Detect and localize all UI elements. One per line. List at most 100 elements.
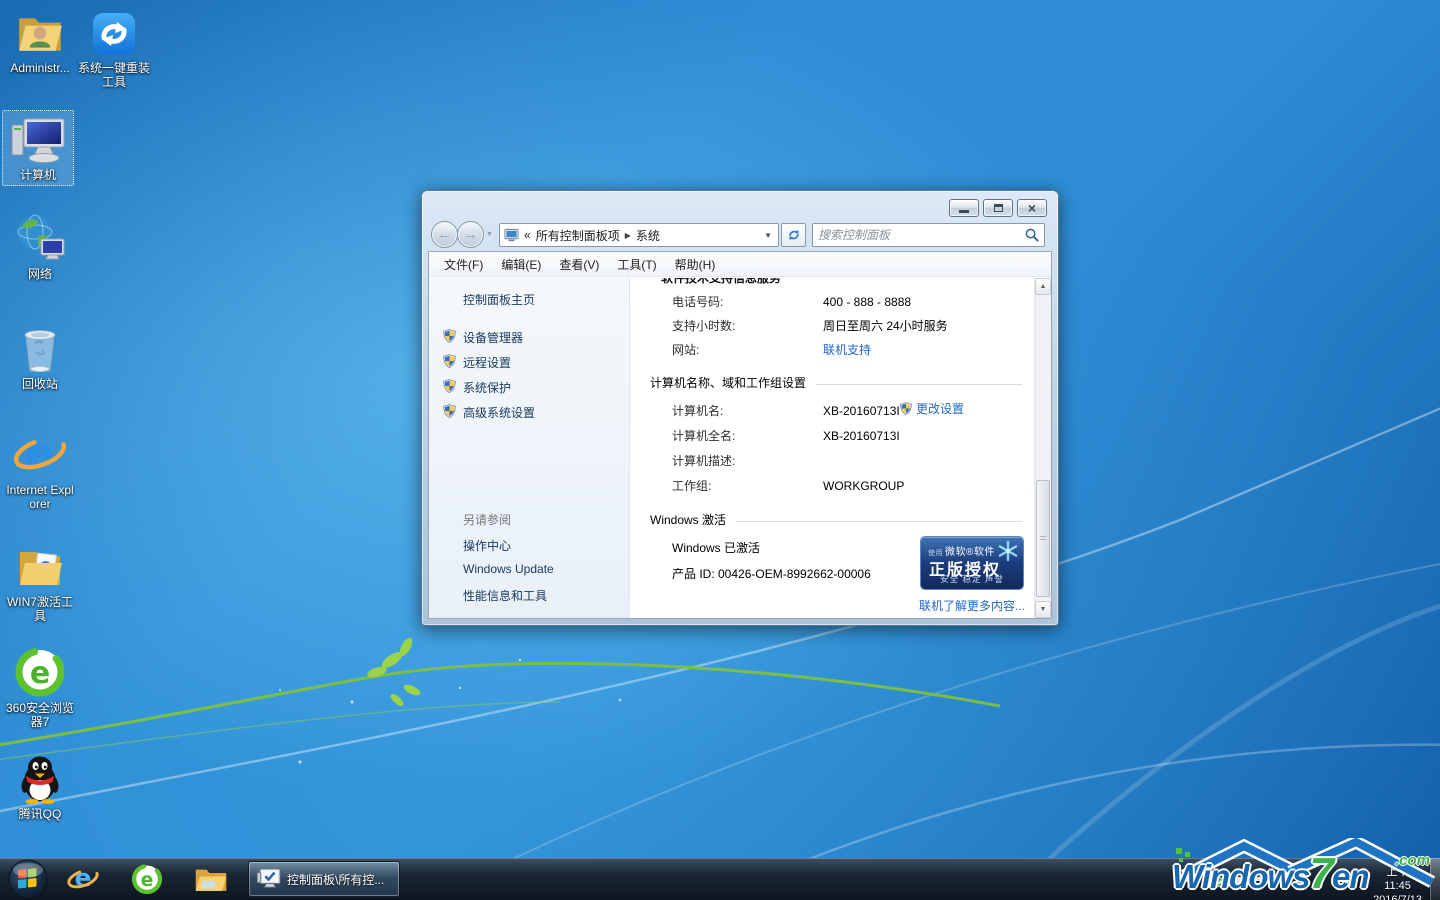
clipped-scrolled-text: 软件技术支持信息服务 xyxy=(661,278,781,285)
taskbar-360-browser-button[interactable]: e xyxy=(130,862,164,896)
forward-button[interactable]: → xyxy=(457,221,484,248)
breadcrumb-all-control-panel-items[interactable]: 所有控制面板项 xyxy=(536,227,620,244)
show-hidden-icons-chevron-icon[interactable] xyxy=(1188,874,1198,880)
show-desktop-button[interactable] xyxy=(1429,858,1440,900)
task-sidebar: 控制面板主页 设备管理器 xyxy=(429,278,630,618)
phone-number-row: 电话号码:400 - 888 - 8888 xyxy=(672,293,911,310)
control-panel-window-icon xyxy=(257,868,281,890)
close-button[interactable]: × xyxy=(1017,199,1047,217)
folder-icon xyxy=(194,864,228,894)
recycle-bin-icon xyxy=(4,322,76,374)
360-browser-icon: e xyxy=(4,646,76,698)
desktop-icon-label: 计算机 xyxy=(3,168,73,182)
scrollbar-thumb[interactable] xyxy=(1036,480,1050,597)
system-control-panel-window: × ← → ▼ « 所有控制面板项 ▶ 系统 ▼ xyxy=(421,190,1059,626)
clock-time: 上午 11:45 xyxy=(1373,865,1422,893)
desktop-icon-label: 系统一键重装工具 xyxy=(78,61,150,89)
address-bar[interactable]: « 所有控制面板项 ▶ 系统 ▼ xyxy=(499,223,779,247)
learn-more-online-link[interactable]: 联机了解更多内容... xyxy=(919,597,1025,614)
clock-date: 2016/7/13 xyxy=(1373,893,1422,900)
sidebar-action-center[interactable]: 操作中心 xyxy=(463,537,511,554)
sidebar-remote-settings[interactable]: 远程设置 xyxy=(463,354,511,371)
volume-speaker-icon[interactable] xyxy=(1254,871,1270,887)
active-task-label: 控制面板\所有控... xyxy=(287,871,384,888)
uac-shield-icon xyxy=(442,403,457,419)
search-box xyxy=(812,223,1045,247)
back-button[interactable]: ← xyxy=(431,221,458,248)
sidebar-see-also-header: 另请参阅 xyxy=(463,511,511,528)
vertical-scrollbar[interactable]: ▲ ▼ xyxy=(1034,278,1051,618)
taskbar-explorer-button[interactable] xyxy=(194,862,228,896)
control-panel-search-input[interactable] xyxy=(818,228,1025,242)
start-button[interactable] xyxy=(8,859,48,899)
scroll-up-button[interactable]: ▲ xyxy=(1035,278,1051,295)
desktop-icon-computer[interactable]: 计算机 xyxy=(2,110,74,186)
sidebar-device-manager[interactable]: 设备管理器 xyxy=(463,329,523,346)
action-center-flag-icon[interactable] xyxy=(1208,871,1224,887)
address-dropdown-icon[interactable]: ▼ xyxy=(764,231,774,240)
change-settings-link[interactable]: 更改设置 xyxy=(916,400,964,417)
sidebar-control-panel-home[interactable]: 控制面板主页 xyxy=(463,291,535,308)
windows-logo-icon xyxy=(8,859,48,899)
desktop-icon-reinstall-tool[interactable]: 系统一键重装工具 xyxy=(78,6,150,89)
breadcrumb-system[interactable]: 系统 xyxy=(636,227,660,244)
refresh-button[interactable] xyxy=(781,223,806,247)
product-id: 产品 ID: 00426-OEM-8992662-00006 xyxy=(672,565,871,582)
recent-pages-dropdown-icon[interactable]: ▼ xyxy=(486,231,493,238)
menu-bar: 文件(F) 编辑(E) 查看(V) 工具(T) 帮助(H) xyxy=(429,252,1051,277)
menu-edit[interactable]: 编辑(E) xyxy=(492,252,550,277)
tray-clock[interactable]: 上午 11:45 2016/7/13 xyxy=(1373,865,1422,900)
scroll-up-arrow-icon: ▲ xyxy=(1040,283,1047,290)
taskbar-active-window-button[interactable]: 控制面板\所有控... xyxy=(248,861,400,897)
taskbar-internet-explorer-button[interactable]: e xyxy=(66,862,100,896)
address-toolbar: ← → ▼ « 所有控制面板项 ▶ 系统 ▼ xyxy=(422,221,1058,249)
menu-file[interactable]: 文件(F) xyxy=(435,252,492,277)
restore-button[interactable] xyxy=(983,199,1013,217)
search-icon[interactable] xyxy=(1025,228,1039,242)
svg-text:e: e xyxy=(141,870,154,891)
desktop-icon-360-browser[interactable]: e 360安全浏览器7 xyxy=(4,646,76,729)
desktop-icon-label: Administr... xyxy=(4,61,76,75)
power-plug-icon[interactable] xyxy=(1232,871,1248,887)
window-client-area: 文件(F) 编辑(E) 查看(V) 工具(T) 帮助(H) 控制面板主页 xyxy=(428,251,1052,619)
menu-help[interactable]: 帮助(H) xyxy=(666,252,725,277)
minimize-button[interactable] xyxy=(949,199,979,217)
internet-explorer-icon: e xyxy=(4,428,76,480)
desktop-icon-label: 腾讯QQ xyxy=(4,807,76,821)
svg-text:e: e xyxy=(30,656,50,691)
online-support-link[interactable]: 联机支持 xyxy=(823,343,871,357)
computer-icon xyxy=(3,113,73,165)
scrollbar-grip-icon xyxy=(1040,536,1046,542)
desktop-icon-recycle-bin[interactable]: 回收站 xyxy=(4,322,76,391)
website-row: 网站:联机支持 xyxy=(672,341,871,358)
desktop-icon-internet-explorer[interactable]: e Internet Explorer xyxy=(4,428,76,511)
address-location-icon xyxy=(504,228,519,242)
windows-activation-section-header: Windows 激活 xyxy=(650,511,1022,528)
restore-icon xyxy=(994,204,1003,212)
uac-shield-icon xyxy=(442,328,457,344)
desktop-icon-administrator[interactable]: Administr... xyxy=(4,6,76,75)
desktop-icon-label: 网络 xyxy=(4,267,76,281)
breadcrumb-prefix: « xyxy=(524,228,531,242)
refresh-icon xyxy=(787,228,801,242)
breadcrumb-separator-icon: ▶ xyxy=(625,231,631,240)
sidebar-system-protection[interactable]: 系统保护 xyxy=(463,379,511,396)
desktop-icon-label: 回收站 xyxy=(4,377,76,391)
sidebar-windows-update[interactable]: Windows Update xyxy=(463,562,554,576)
sidebar-advanced-system-settings[interactable]: 高级系统设置 xyxy=(463,404,535,421)
section-rule xyxy=(736,521,1022,522)
uac-shield-icon xyxy=(442,378,457,394)
badge-tagline: 安全 稳定 声誉 xyxy=(921,573,1023,585)
scroll-down-button[interactable]: ▼ xyxy=(1035,601,1051,618)
forward-arrow-icon: → xyxy=(463,226,478,243)
uac-shield-icon xyxy=(442,353,457,369)
sidebar-performance-tools[interactable]: 性能信息和工具 xyxy=(463,587,547,604)
menu-tools[interactable]: 工具(T) xyxy=(608,252,665,277)
section-rule xyxy=(816,384,1022,385)
svg-text:e: e xyxy=(75,864,92,893)
desktop-icon-qq[interactable]: 腾讯QQ xyxy=(4,752,76,821)
menu-view[interactable]: 查看(V) xyxy=(550,252,608,277)
desktop-icon-win7-activator[interactable]: WIN7激活工具 xyxy=(4,540,76,623)
genuine-microsoft-badge[interactable]: 使用微软®软件 正版授权 安全 稳定 声誉 xyxy=(920,536,1024,590)
desktop-icon-network[interactable]: 网络 xyxy=(4,212,76,281)
